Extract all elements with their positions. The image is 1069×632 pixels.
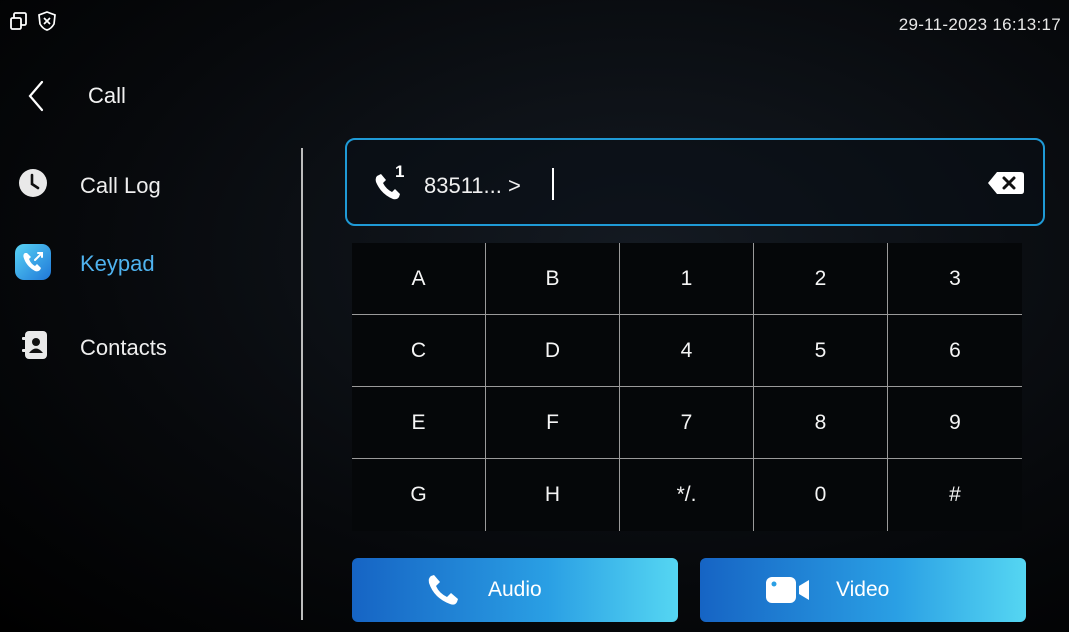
sidebar-item-keypad[interactable]: Keypad: [0, 235, 290, 295]
page-title: Call: [88, 83, 126, 108]
audio-call-button[interactable]: Audio: [352, 558, 678, 622]
status-bar: 29-11-2023 16:13:17: [0, 0, 1069, 40]
key-a[interactable]: A: [352, 243, 486, 315]
line-number: 1: [395, 162, 404, 181]
sidebar-divider: [301, 148, 303, 620]
key-9[interactable]: 9: [888, 387, 1022, 459]
text-cursor: [552, 168, 554, 200]
window-restore-icon: [10, 12, 27, 30]
key-e[interactable]: E: [352, 387, 486, 459]
dial-input[interactable]: 1 83511... >: [345, 138, 1045, 226]
header: Call: [0, 70, 400, 120]
key-4[interactable]: 4: [620, 315, 754, 387]
key-1[interactable]: 1: [620, 243, 754, 315]
sidebar-item-label: Contacts: [80, 335, 167, 360]
backspace-icon[interactable]: [985, 168, 1027, 198]
key-3[interactable]: 3: [888, 243, 1022, 315]
key-8[interactable]: 8: [754, 387, 888, 459]
sidebar-item-call-log[interactable]: Call Log: [0, 154, 290, 214]
sidebar-item-label: Keypad: [80, 251, 155, 276]
key-c[interactable]: C: [352, 315, 486, 387]
phone-keypad-icon: [15, 244, 51, 280]
key-b[interactable]: B: [486, 243, 620, 315]
clock-icon: [19, 169, 47, 197]
audio-call-label: Audio: [488, 578, 542, 601]
chevron-left-icon[interactable]: [24, 78, 48, 114]
phone-icon: [428, 575, 458, 605]
close-circle-icon: [38, 11, 56, 31]
key-2[interactable]: 2: [754, 243, 888, 315]
key-7[interactable]: 7: [620, 387, 754, 459]
key-star-dot[interactable]: */.: [620, 459, 754, 531]
key-0[interactable]: 0: [754, 459, 888, 531]
video-call-button[interactable]: Video: [700, 558, 1026, 622]
sidebar-item-contacts[interactable]: Contacts: [0, 316, 290, 376]
video-camera-icon: [766, 577, 809, 603]
key-f[interactable]: F: [486, 387, 620, 459]
key-d[interactable]: D: [486, 315, 620, 387]
sidebar-item-label: Call Log: [80, 173, 161, 198]
contacts-book-icon: [22, 331, 47, 359]
keypad-grid: A B 1 2 3 C D 4 5 6 E F 7 8 9 G H */. 0 …: [352, 243, 1024, 531]
status-datetime: 29-11-2023 16:13:17: [898, 15, 1061, 34]
dial-number-value: 83511... >: [424, 173, 521, 198]
key-6[interactable]: 6: [888, 315, 1022, 387]
key-h[interactable]: H: [486, 459, 620, 531]
key-hash[interactable]: #: [888, 459, 1022, 531]
key-5[interactable]: 5: [754, 315, 888, 387]
phone-line-icon: 1: [375, 162, 404, 200]
key-g[interactable]: G: [352, 459, 486, 531]
video-call-label: Video: [836, 578, 890, 601]
